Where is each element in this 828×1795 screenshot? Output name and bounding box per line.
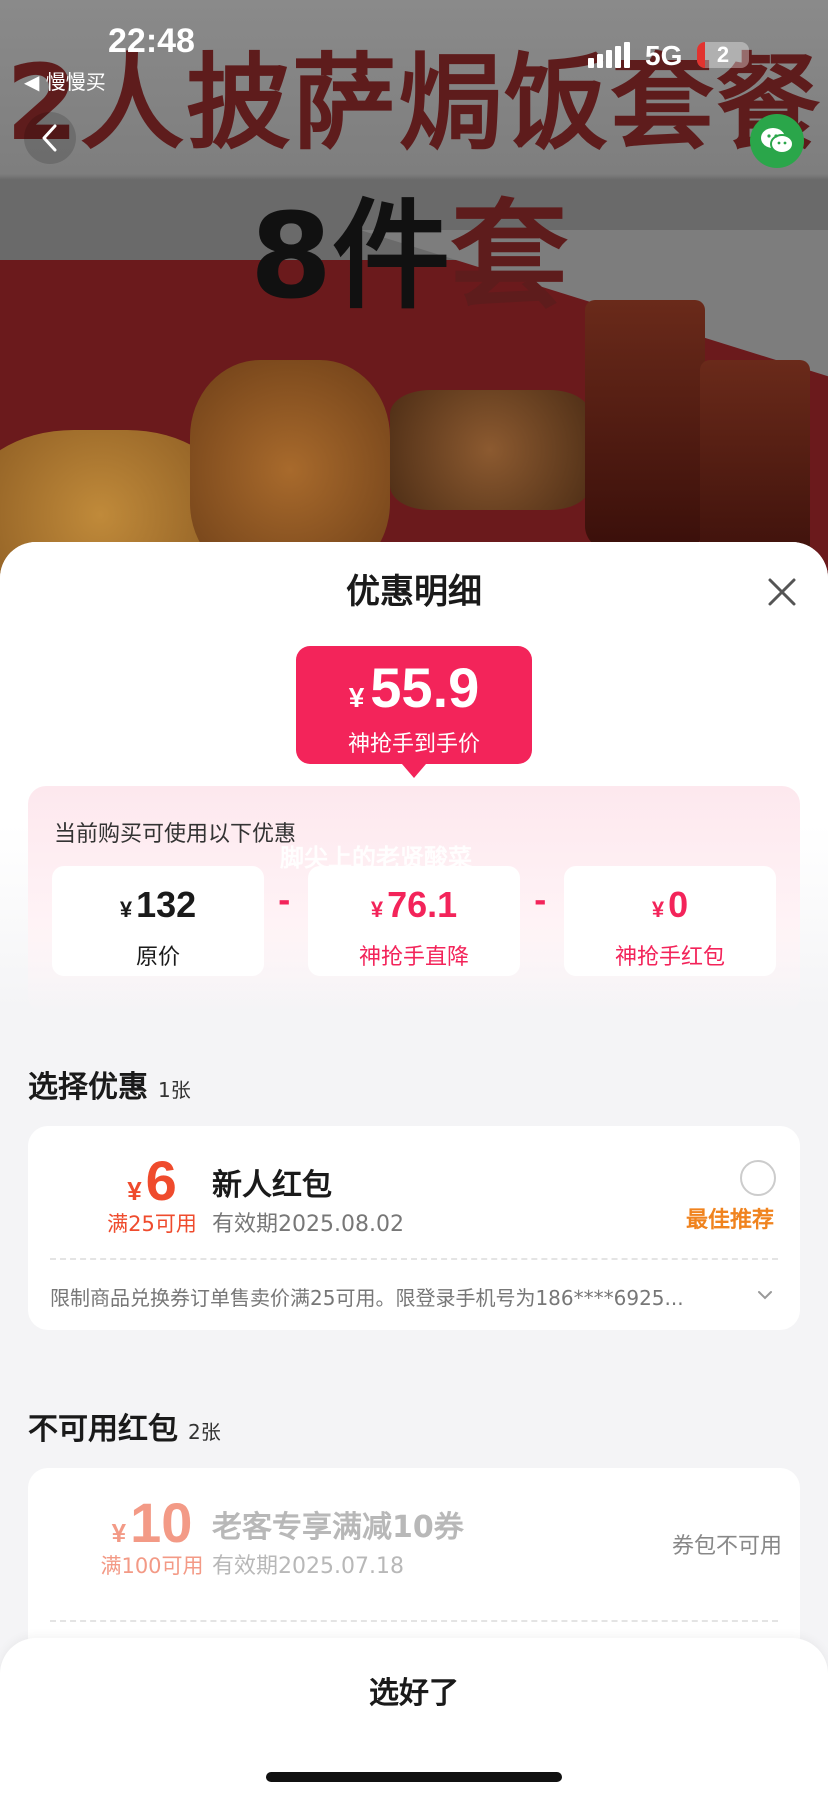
original-price-label: 原价	[135, 945, 180, 970]
hero-title-red: 套	[450, 187, 569, 325]
best-recommend-tag: 最佳推荐	[686, 1208, 775, 1233]
coupon-condition: 满25可用	[107, 1212, 197, 1236]
drink-cup-1	[585, 300, 705, 550]
coupon-amount: ¥10	[111, 1491, 193, 1554]
food-chicken-basket	[390, 390, 590, 510]
original-price-value: 132	[136, 884, 197, 925]
select-coupon-heading: 选择优惠 1张	[28, 1070, 191, 1105]
final-price-card: ¥55.9 神抢手到手价	[296, 646, 532, 778]
battery-level: 2	[716, 42, 730, 67]
final-price: ¥55.9	[348, 656, 480, 719]
signal-icon	[588, 42, 632, 68]
battery-icon: 2	[697, 42, 749, 68]
back-button[interactable]	[24, 112, 76, 164]
direct-discount-box: ¥76.1 神抢手直降	[308, 866, 520, 976]
red-packet-value: 0	[668, 884, 689, 925]
confirm-button[interactable]: 选好了	[0, 1668, 828, 1712]
coupon-description: 限制商品兑换券订单售卖价满25可用。限登录手机号为186****6925...	[50, 1286, 684, 1310]
unavailable-coupon-heading: 不可用红包 2张	[28, 1412, 221, 1447]
direct-discount-label: 神抢手直降	[358, 945, 469, 970]
status-time: 22:48	[108, 22, 195, 60]
product-hero-image: 2人披萨焗饭套餐 8件套	[0, 0, 828, 580]
network-type: 5G	[645, 40, 683, 71]
final-price-label: 神抢手到手价	[347, 732, 480, 757]
red-packet-label: 神抢手红包	[614, 945, 725, 970]
coupon-select-radio[interactable]	[740, 1160, 776, 1196]
back-to-app-link[interactable]: ◀ 慢慢买	[24, 66, 106, 95]
home-indicator	[266, 1772, 562, 1782]
sheet-title: 优惠明细	[346, 572, 482, 612]
chevron-down-icon[interactable]	[754, 1284, 776, 1306]
coupon-expiry: 有效期2025.07.18	[212, 1554, 404, 1579]
minus-sign: -	[534, 884, 547, 919]
wechat-share-button[interactable]	[750, 114, 804, 168]
discount-detail-sheet: 优惠明细 ¥55.9 神抢手到手价 当前购买可使用以下优惠 脚尖上的老贤酸菜 ¥…	[0, 542, 828, 1795]
coupon-card-new-user[interactable]: ¥6 满25可用 新人红包 有效期2025.08.02 最佳推荐 限制商品兑换券…	[28, 1126, 800, 1330]
select-coupon-count: 1张	[158, 1078, 191, 1102]
direct-discount-value: 76.1	[387, 884, 458, 925]
unavailable-coupon-count: 2张	[188, 1420, 221, 1444]
coupon-amount: ¥6	[127, 1149, 177, 1212]
minus-sign: -	[278, 884, 291, 919]
coupon-unavailable-status: 券包不可用	[672, 1534, 783, 1559]
coupon-expiry: 有效期2025.08.02	[212, 1212, 404, 1237]
hero-title-line2: 8件套	[250, 160, 568, 331]
close-button[interactable]	[762, 572, 802, 612]
close-icon	[768, 578, 796, 606]
coupon-name: 老客专享满减10券	[212, 1510, 464, 1545]
discount-heading: 当前购买可使用以下优惠	[54, 822, 297, 847]
chevron-left-icon	[42, 124, 57, 152]
red-packet-box: ¥0 神抢手红包	[564, 866, 776, 976]
hero-title-num: 8件	[250, 187, 451, 325]
original-price-box: ¥132 原价	[52, 866, 264, 976]
discount-breakdown: 当前购买可使用以下优惠 脚尖上的老贤酸菜 ¥132 原价 - ¥76.1 神抢手…	[28, 786, 800, 1014]
coupon-condition: 满100可用	[100, 1554, 204, 1578]
coupon-name: 新人红包	[212, 1168, 332, 1203]
wechat-icon	[761, 128, 794, 154]
footer-bar: 选好了	[0, 1638, 828, 1795]
